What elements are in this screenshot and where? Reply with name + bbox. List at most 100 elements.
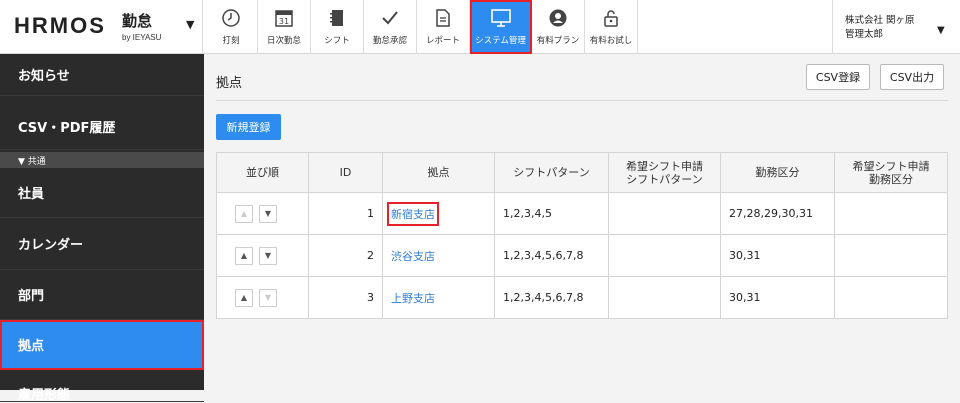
- location-link[interactable]: 上野支店: [391, 292, 435, 305]
- nav-paid-trial[interactable]: 有料お試し: [585, 0, 638, 54]
- nav-clock[interactable]: 打刻: [205, 0, 258, 54]
- nav-label: レポート: [425, 36, 460, 46]
- id-cell: 2: [308, 234, 383, 277]
- sidebar-item-label: 社員: [18, 187, 45, 202]
- main-content: 拠点 CSV登録 CSV出力 新規登録 並び順 ID 拠点 シフトパターン 希望…: [204, 54, 960, 390]
- move-up-button[interactable]: ▲: [235, 288, 253, 307]
- csv-import-button[interactable]: CSV登録: [806, 64, 870, 90]
- move-up-button[interactable]: ▲: [235, 246, 253, 265]
- location-link[interactable]: 新宿支店: [387, 201, 439, 226]
- order-cell: ▲ ▼: [216, 234, 309, 277]
- location-cell: 新宿支店: [382, 192, 495, 235]
- work-category-cell: 30,31: [720, 234, 835, 277]
- column-header[interactable]: 希望シフト申請 勤務区分: [834, 152, 948, 193]
- sidebar-item-calendar[interactable]: カレンダー: [0, 218, 204, 270]
- work-category-cell: 27,28,29,30,31: [720, 192, 835, 235]
- sidebar-item-label: 拠点: [18, 339, 45, 354]
- table-row: ▲ ▼ 3 上野支店 1,2,3,4,5,6,7,8 30,31: [216, 276, 948, 319]
- location-cell: 上野支店: [382, 276, 495, 319]
- table-header-row: 並び順 ID 拠点 シフトパターン 希望シフト申請 シフトパターン 勤務区分 希…: [216, 152, 948, 193]
- divider: [216, 100, 948, 101]
- caret-down-icon[interactable]: ▼: [937, 25, 945, 36]
- page-title: 拠点: [216, 76, 243, 91]
- user-name: 管理太郎: [845, 29, 884, 40]
- unlock-icon: [600, 7, 622, 29]
- user-icon: [547, 7, 569, 29]
- nav-daily-attendance[interactable]: 31 日次勤怠: [258, 0, 311, 54]
- sidebar-item-label: 部門: [18, 289, 45, 304]
- move-down-button[interactable]: ▼: [259, 204, 277, 223]
- caret-down-icon[interactable]: ▼: [186, 18, 194, 31]
- nav-shift[interactable]: シフト: [311, 0, 364, 54]
- sidebar-group-common[interactable]: ▼ 共通: [0, 152, 204, 168]
- sidebar-item-locations[interactable]: 拠点: [0, 320, 204, 370]
- brand-switcher[interactable]: HRMOS 勤怠 by IEYASU ▼: [0, 0, 203, 54]
- document-icon: [432, 7, 454, 29]
- shift-pattern-cell: 1,2,3,4,5,6,7,8: [494, 234, 609, 277]
- sidebar-item-employment-type[interactable]: 雇用形態: [0, 372, 204, 403]
- nav-label: 勤怠承認: [372, 36, 407, 46]
- account-menu[interactable]: 株式会社 関ヶ原 管理太郎 ▼: [832, 0, 960, 54]
- nav-approval[interactable]: 勤怠承認: [364, 0, 417, 54]
- brand-product: 勤怠: [122, 12, 153, 30]
- main-nav: 打刻 31 日次勤怠 シフト 勤怠承認 レポート システム管理 有料プラン 有料…: [205, 0, 638, 54]
- sidebar-item-label: カレンダー: [18, 238, 84, 253]
- order-cell: ▲ ▼: [216, 276, 309, 319]
- sidebar-item-departments[interactable]: 部門: [0, 270, 204, 320]
- nav-label: 打刻: [222, 36, 240, 46]
- clock-icon: [220, 7, 242, 29]
- column-header[interactable]: ID: [308, 152, 383, 193]
- sidebar-item-notices[interactable]: お知らせ: [0, 54, 204, 96]
- sidebar-item-employees[interactable]: 社員: [0, 168, 204, 218]
- nav-paid-plan[interactable]: 有料プラン: [532, 0, 585, 54]
- checkmark-icon: [379, 7, 401, 29]
- sidebar-item-label: 雇用形態: [18, 388, 71, 403]
- id-cell: 3: [308, 276, 383, 319]
- requested-work-category-cell: [834, 276, 948, 319]
- requested-shift-pattern-cell: [608, 234, 721, 277]
- requested-shift-pattern-cell: [608, 192, 721, 235]
- column-header[interactable]: シフトパターン: [494, 152, 609, 193]
- sidebar-item-label: お知らせ: [18, 69, 70, 84]
- csv-export-button[interactable]: CSV出力: [880, 64, 944, 90]
- nav-label: 有料プラン: [536, 36, 580, 46]
- column-header[interactable]: 勤務区分: [720, 152, 835, 193]
- requested-work-category-cell: [834, 192, 948, 235]
- id-cell: 1: [308, 192, 383, 235]
- brand-sub: by IEYASU: [122, 33, 162, 42]
- table-row: ▲ ▼ 1 新宿支店 1,2,3,4,5 27,28,29,30,31: [216, 192, 948, 235]
- sidebar: お知らせ CSV・PDF履歴 ▼ 共通 社員 カレンダー 部門 拠点 雇用形態: [0, 54, 204, 403]
- shift-pattern-cell: 1,2,3,4,5,6,7,8: [494, 276, 609, 319]
- requested-shift-pattern-cell: [608, 276, 721, 319]
- brand-logo: HRMOS: [14, 13, 106, 38]
- shift-pattern-cell: 1,2,3,4,5: [494, 192, 609, 235]
- column-header[interactable]: 希望シフト申請 シフトパターン: [608, 152, 721, 193]
- column-header[interactable]: 拠点: [382, 152, 495, 193]
- nav-system-admin[interactable]: システム管理: [470, 0, 532, 54]
- column-header[interactable]: 並び順: [216, 152, 309, 193]
- calendar-icon: 31: [273, 7, 295, 29]
- locations-table: 並び順 ID 拠点 シフトパターン 希望シフト申請 シフトパターン 勤務区分 希…: [216, 152, 948, 319]
- new-registration-button[interactable]: 新規登録: [216, 114, 281, 140]
- table-row: ▲ ▼ 2 渋谷支店 1,2,3,4,5,6,7,8 30,31: [216, 234, 948, 277]
- nav-label: 有料お試し: [589, 36, 633, 46]
- top-bar: HRMOS 勤怠 by IEYASU ▼ 打刻 31 日次勤怠 シフト 勤怠承認…: [0, 0, 960, 54]
- order-cell: ▲ ▼: [216, 192, 309, 235]
- monitor-icon: [490, 7, 512, 29]
- move-down-button[interactable]: ▼: [259, 288, 277, 307]
- sidebar-group-label: ▼ 共通: [18, 156, 46, 167]
- company-name: 株式会社 関ヶ原: [845, 15, 915, 26]
- nav-label: 日次勤怠: [266, 36, 301, 46]
- nav-label: システム管理: [475, 36, 526, 46]
- notebook-icon: [326, 7, 348, 29]
- nav-report[interactable]: レポート: [417, 0, 470, 54]
- calendar-badge: 31: [279, 17, 289, 26]
- location-link[interactable]: 渋谷支店: [391, 250, 435, 263]
- sidebar-item-csv-pdf-history[interactable]: CSV・PDF履歴: [0, 104, 204, 150]
- move-up-button[interactable]: ▲: [235, 204, 253, 223]
- work-category-cell: 30,31: [720, 276, 835, 319]
- sidebar-item-label: CSV・PDF履歴: [18, 121, 116, 136]
- requested-work-category-cell: [834, 234, 948, 277]
- move-down-button[interactable]: ▼: [259, 246, 277, 265]
- location-cell: 渋谷支店: [382, 234, 495, 277]
